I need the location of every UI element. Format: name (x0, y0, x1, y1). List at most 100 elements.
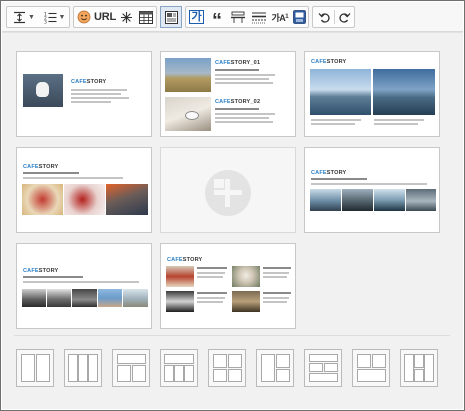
template-title: CAFESTORY_01 (215, 60, 261, 66)
template-item-4[interactable]: CAFESTORY (16, 147, 152, 233)
text-line (311, 123, 355, 125)
history-group (312, 6, 355, 28)
text-line (215, 108, 259, 110)
text-size-button[interactable]: 가A 1 (270, 7, 290, 27)
text-line (71, 89, 127, 91)
layout-two-columns[interactable] (16, 349, 54, 387)
template-item-5[interactable] (160, 147, 296, 233)
text-line (197, 301, 223, 303)
text-line (215, 78, 269, 80)
template-title: CAFESTORY (311, 59, 347, 65)
layout-left-column-right-split[interactable] (256, 349, 294, 387)
text-line (23, 172, 79, 174)
text-line (215, 121, 273, 123)
text-line (215, 113, 275, 115)
divider-button[interactable] (228, 7, 248, 27)
template-panel: CAFESTORY CAFESTORY_01 CAFESTORY_02 CAFE… (2, 32, 463, 409)
text-line (197, 276, 223, 278)
layout-three-columns[interactable] (64, 349, 102, 387)
thumbnail-image (232, 291, 260, 312)
thumbnail-image (310, 189, 341, 211)
line-spacing-button[interactable]: ▼ (9, 7, 39, 27)
thumbnail-image (72, 289, 97, 307)
emoticon-button[interactable] (75, 7, 93, 27)
thumbnail-image (23, 74, 63, 107)
hangul-button[interactable]: 가 (187, 7, 206, 27)
template-item-3[interactable]: CAFESTORY (304, 51, 440, 137)
layout-header-grid[interactable] (304, 349, 342, 387)
horizontal-line-icon (231, 11, 245, 23)
layout-header-two-columns[interactable] (112, 349, 150, 387)
list-button[interactable]: 1 2 3 ▼ (40, 7, 69, 27)
hangul-label: 가 (189, 10, 204, 24)
table-button[interactable] (136, 7, 155, 27)
text-line (263, 292, 291, 294)
thumbnail-image (106, 184, 148, 215)
special-character-icon (120, 11, 132, 23)
text-line (71, 101, 111, 103)
template-item-7[interactable]: CAFESTORY (16, 243, 152, 329)
text-size-label: 가A (271, 12, 286, 23)
thumbnail-image (373, 69, 435, 115)
insert-group: URL (73, 6, 157, 28)
text-line (311, 178, 367, 180)
thumbnail-image (232, 266, 260, 287)
text-line (374, 123, 418, 125)
undo-icon (318, 13, 330, 23)
template-item-2[interactable]: CAFESTORY_01 CAFESTORY_02 (160, 51, 296, 137)
template-item-6[interactable]: CAFESTORY (304, 147, 440, 233)
emoticon-icon (77, 10, 91, 24)
text-line (197, 272, 225, 274)
text-line (197, 292, 227, 294)
text-line (71, 93, 121, 95)
thumbnail-image (22, 184, 63, 215)
save-button[interactable] (290, 7, 308, 27)
redo-button[interactable] (335, 7, 354, 27)
text-size-sup: 1 (285, 14, 289, 20)
template-item-8[interactable]: CAFESTORY (160, 243, 296, 329)
quote-button[interactable]: “ (207, 7, 227, 31)
thumbnail-image (165, 58, 211, 92)
layout-grid-2x2[interactable] (208, 349, 246, 387)
url-button[interactable]: URL (94, 7, 116, 27)
layout-three-columns-mixed[interactable] (400, 349, 438, 387)
template-title: CAFESTORY (311, 170, 347, 176)
template-title: CAFESTORY (23, 164, 59, 170)
text-line (197, 267, 227, 269)
text-line (215, 82, 273, 84)
numbered-list-icon: 1 2 3 (44, 11, 57, 24)
thumbnail-image (47, 289, 71, 307)
thumbnail-image (166, 266, 194, 287)
thumbnail-image (406, 189, 436, 211)
text-line (23, 281, 139, 283)
text-line (311, 119, 361, 121)
special-char-button[interactable] (117, 7, 135, 27)
template-button[interactable] (160, 6, 182, 28)
text-line (263, 301, 287, 303)
text-line (215, 69, 259, 71)
thumbnail-image (64, 184, 105, 215)
template-title: CAFESTORY (71, 79, 107, 85)
layout-header-three-columns[interactable] (160, 349, 198, 387)
thumbnail-image (166, 291, 194, 312)
template-title: CAFESTORY (167, 257, 203, 263)
paragraph-group: ▼ 1 2 3 ▼ (6, 6, 70, 28)
text-line (197, 297, 225, 299)
panel-divider (14, 335, 450, 336)
line-style-button[interactable] (249, 7, 269, 27)
template-item-1[interactable]: CAFESTORY (16, 51, 152, 137)
template-title: CAFESTORY (23, 268, 59, 274)
text-line (374, 119, 424, 121)
text-line (263, 276, 287, 278)
text-line (71, 97, 129, 99)
thumbnail-image (123, 289, 148, 307)
text-line (263, 267, 291, 269)
redo-icon (338, 13, 350, 23)
line-spacing-icon (14, 11, 26, 23)
thumbnail-image (310, 69, 371, 115)
text-line (311, 183, 427, 185)
undo-button[interactable] (314, 7, 334, 27)
editor-toolbar: ▼ 1 2 3 ▼ URL 가 “ 가A 1 (2, 2, 463, 32)
layout-split-rows[interactable] (352, 349, 390, 387)
thumbnail-image (165, 97, 211, 131)
